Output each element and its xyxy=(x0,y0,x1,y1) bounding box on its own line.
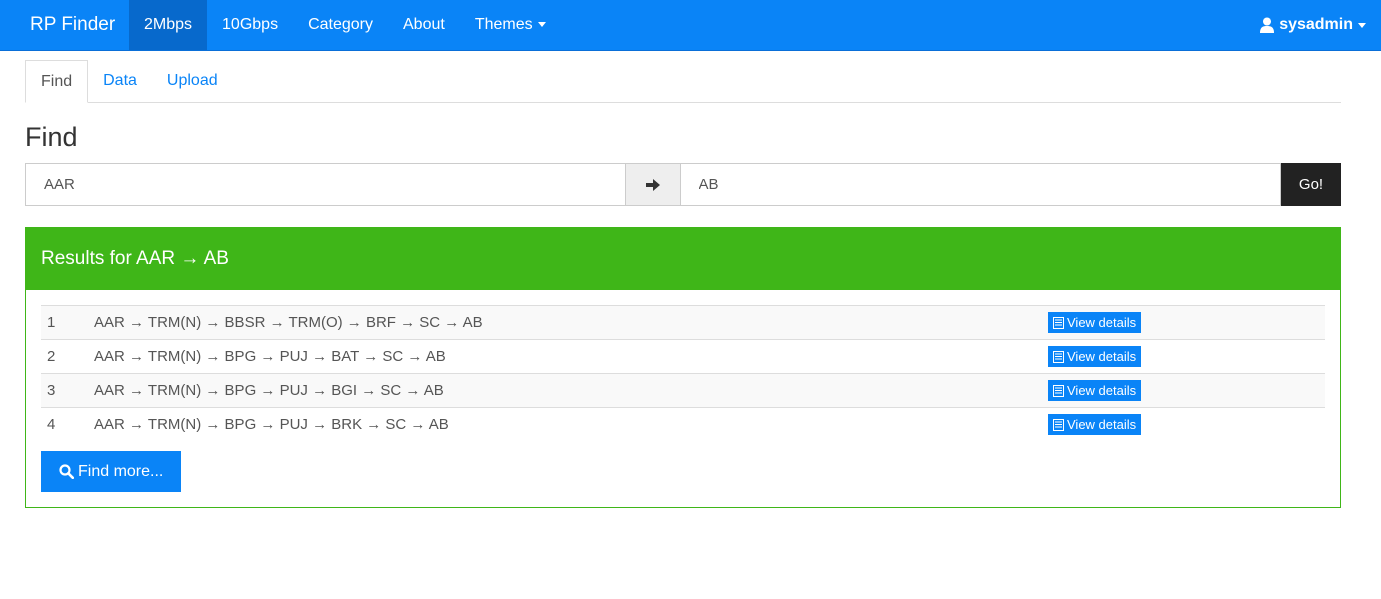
view-details-label: View details xyxy=(1067,315,1137,330)
results-table: 1 AAR → TRM(N) → BBSR → TRM(O) → BRF → S… xyxy=(41,305,1325,442)
go-button[interactable]: Go! xyxy=(1281,163,1341,206)
tab-upload[interactable]: Upload xyxy=(152,60,233,103)
row-number: 4 xyxy=(41,407,94,442)
brand-logo[interactable]: RP Finder xyxy=(30,14,115,36)
action-cell: View details xyxy=(1048,339,1325,374)
view-details-label: View details xyxy=(1067,417,1137,433)
row-number: 1 xyxy=(41,305,94,340)
view-details-button[interactable]: View details xyxy=(1048,380,1142,401)
nav-link-10gbps[interactable]: 10Gbps xyxy=(207,0,293,50)
view-details-button[interactable]: View details xyxy=(1048,312,1142,333)
tab-find[interactable]: Find xyxy=(25,60,89,103)
action-cell: View details xyxy=(1048,407,1325,442)
tab-bar: Find Data Upload xyxy=(25,60,1341,103)
view-details-button[interactable]: View details xyxy=(1048,346,1142,367)
route-path: AAR → TRM(N) → BPG → PUJ → BGI → SC → AB xyxy=(94,373,1048,408)
arrow-addon xyxy=(625,163,680,206)
nav-link-themes[interactable]: Themes xyxy=(460,0,561,50)
caret-down-icon xyxy=(1358,22,1366,28)
view-details-button[interactable]: View details xyxy=(1048,414,1142,436)
find-more-label: Find more... xyxy=(78,462,164,480)
action-cell: View details xyxy=(1048,373,1325,408)
action-cell: View details xyxy=(1048,305,1325,340)
caret-down-icon xyxy=(537,22,546,28)
row-number: 2 xyxy=(41,339,94,374)
table-row: 4 AAR → TRM(N) → BPG → PUJ → BRK → SC → … xyxy=(41,407,1325,442)
tab-data[interactable]: Data xyxy=(88,60,152,103)
route-path: AAR → TRM(N) → BPG → PUJ → BAT → SC → AB xyxy=(94,339,1048,374)
user-icon xyxy=(1260,17,1275,33)
nav-link-2mbps[interactable]: 2Mbps xyxy=(129,0,208,50)
top-navbar: RP Finder 2Mbps 10Gbps Category About Th… xyxy=(0,0,1381,51)
row-number: 3 xyxy=(41,373,94,408)
themes-label: Themes xyxy=(474,16,533,33)
to-station-input[interactable] xyxy=(679,163,1282,206)
table-row: 3 AAR → TRM(N) → BPG → PUJ → BGI → SC → … xyxy=(41,373,1325,408)
user-menu[interactable]: sysadmin xyxy=(1260,0,1366,50)
search-form: Go! xyxy=(25,163,1341,206)
nav-link-category[interactable]: Category xyxy=(293,0,388,50)
search-icon xyxy=(59,464,74,479)
list-icon xyxy=(1053,350,1064,363)
table-row: 2 AAR → TRM(N) → BPG → PUJ → BAT → SC → … xyxy=(41,339,1325,374)
nav-link-about[interactable]: About xyxy=(388,0,460,50)
from-station-input[interactable] xyxy=(25,163,626,206)
username: sysadmin xyxy=(1279,16,1353,33)
route-path: AAR → TRM(N) → BBSR → TRM(O) → BRF → SC … xyxy=(94,305,1048,340)
list-icon xyxy=(1053,384,1064,397)
arrow-right-icon xyxy=(645,178,660,191)
list-icon xyxy=(1053,316,1064,329)
table-row: 1 AAR → TRM(N) → BBSR → TRM(O) → BRF → S… xyxy=(41,305,1325,340)
results-heading: Results for AAR → AB xyxy=(26,228,1340,290)
view-details-label: View details xyxy=(1067,349,1137,364)
list-icon xyxy=(1053,418,1064,431)
find-more-button[interactable]: Find more... xyxy=(41,451,182,492)
route-path: AAR → TRM(N) → BPG → PUJ → BRK → SC → AB xyxy=(94,407,1048,442)
page-title: Find xyxy=(25,122,78,152)
results-panel: Results for AAR → AB 1 AAR → TRM(N) → BB… xyxy=(25,227,1341,508)
view-details-label: View details xyxy=(1067,383,1137,398)
nav-links: 2Mbps 10Gbps Category About Themes xyxy=(129,0,561,50)
